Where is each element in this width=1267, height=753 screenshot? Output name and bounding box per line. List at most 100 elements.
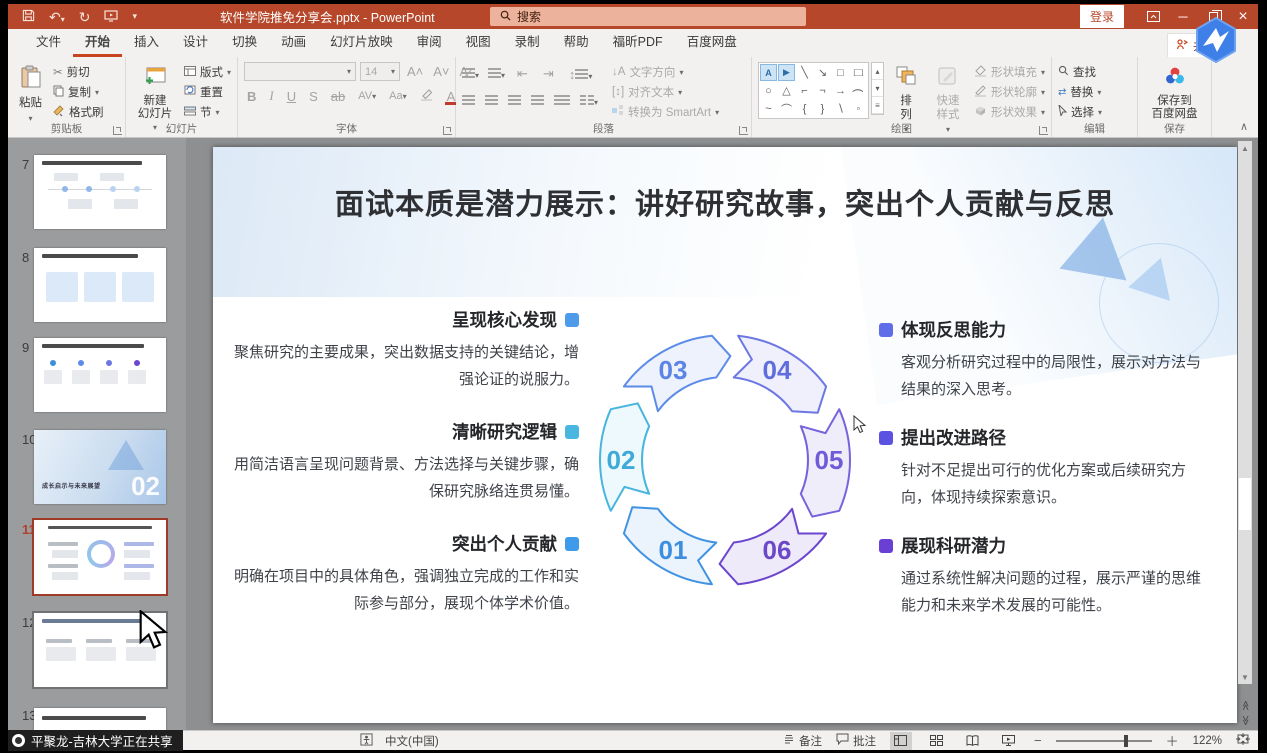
slide-title[interactable]: 面试本质是潜力展示：讲好研究故事，突出个人贡献与反思 [253, 181, 1197, 223]
layout-button[interactable]: 版式 ▾ [184, 64, 231, 80]
align-left-icon[interactable] [462, 92, 475, 110]
columns-icon[interactable]: ▾ [580, 92, 598, 110]
font-size-combo[interactable]: 14▾ [360, 62, 400, 81]
scroll-up-icon[interactable]: ▲ [1241, 141, 1249, 155]
align-right-icon[interactable] [508, 92, 521, 110]
section-button[interactable]: 节 ▾ [184, 104, 231, 120]
language-status[interactable]: 中文(中国) [385, 733, 439, 749]
decrease-indent-icon[interactable]: ⇤ [514, 66, 531, 82]
tab-record[interactable]: 录制 [503, 26, 552, 57]
rounded-rect-shape-icon[interactable]: □ [847, 64, 871, 81]
align-center-icon[interactable] [485, 92, 498, 110]
slide-left-column[interactable]: 呈现核心发现 聚焦研究的主要成果，突出数据支持的关键结论，增强论证的说服力。 清… [231, 307, 579, 643]
cut-button[interactable]: ✂剪切 [53, 64, 104, 80]
thumbnail-slide-7[interactable] [34, 155, 166, 229]
shape-fill-button[interactable]: 形状填充 ▾ [974, 64, 1045, 80]
dialog-launcher-icon[interactable] [443, 126, 452, 135]
tab-review[interactable]: 审阅 [405, 26, 454, 57]
zoom-in-icon[interactable]: ＋ [1166, 731, 1179, 750]
save-to-baidu-netdisk-button[interactable]: 保存到百度网盘 [1147, 62, 1203, 124]
shape-outline-button[interactable]: 形状轮廓 ▾ [974, 84, 1045, 100]
vertical-text-box-icon[interactable]: ▶ [778, 64, 795, 81]
change-case-button[interactable]: Aa▾ [386, 90, 409, 102]
fit-to-window-icon[interactable] [1236, 733, 1250, 748]
collapse-ribbon-icon[interactable]: ∧ [1240, 120, 1248, 133]
slide-sorter-view-button[interactable] [926, 732, 948, 750]
find-button[interactable]: 查找 [1058, 64, 1102, 80]
tab-insert[interactable]: 插入 [122, 26, 171, 57]
text-box-icon[interactable]: A [760, 64, 777, 81]
zoom-level[interactable]: 122% [1193, 735, 1222, 747]
previous-slide-icon[interactable]: ≪ [1240, 700, 1251, 710]
increase-indent-icon[interactable]: ⇥ [540, 66, 557, 82]
login-button[interactable]: 登录 [1080, 5, 1124, 28]
gallery-more-icon[interactable]: ≡ [872, 97, 883, 114]
heart-shape-icon[interactable]: ◦ [850, 100, 867, 117]
underline-button[interactable]: U [284, 89, 299, 104]
tab-slideshow[interactable]: 幻灯片放映 [318, 26, 405, 57]
cycle-diagram[interactable]: 010203040506 [585, 317, 865, 603]
tab-home[interactable]: 开始 [73, 26, 122, 57]
text-direction-button[interactable]: ↓A文字方向 ▾ [612, 64, 719, 80]
qat-customize-icon[interactable]: ▾ [132, 12, 137, 21]
zoom-slider[interactable] [1056, 740, 1152, 742]
notes-button[interactable]: 备注 [783, 733, 822, 749]
search-input[interactable]: 搜索 [490, 7, 806, 26]
thumbnail-slide-9[interactable] [34, 338, 166, 412]
select-button[interactable]: 选择 ▾ [1058, 104, 1102, 120]
normal-view-button[interactable] [890, 732, 912, 750]
shape-effects-button[interactable]: 形状效果 ▾ [974, 104, 1045, 120]
comments-button[interactable]: 批注 [836, 733, 876, 749]
start-slideshow-icon[interactable] [104, 10, 118, 24]
shapes-gallery[interactable]: A ▶ ╲ ↘ □ □ ○ △ ⌐ ¬ → ( ~ ⌒ { } ∖ [758, 62, 869, 119]
slideshow-view-button[interactable] [998, 732, 1020, 750]
block-arrow-icon[interactable]: → [832, 82, 849, 99]
tab-view[interactable]: 视图 [454, 26, 503, 57]
bold-button[interactable]: B [244, 89, 259, 104]
convert-smartart-button[interactable]: 转换为 SmartArt ▾ [612, 104, 719, 120]
highlight-color-icon[interactable] [417, 88, 437, 104]
thumbnail-slide-11-selected[interactable] [34, 520, 166, 594]
gallery-down-icon[interactable]: ▾ [872, 80, 883, 97]
align-text-button[interactable]: [↕]对齐文本 ▾ [612, 84, 719, 100]
scroll-down-icon[interactable]: ▼ [1241, 670, 1249, 684]
current-slide[interactable]: 面试本质是潜力展示：讲好研究故事，突出个人贡献与反思 呈现核心发现 聚焦研究的主… [213, 147, 1237, 723]
save-icon[interactable] [22, 9, 35, 24]
arc-shape-icon[interactable]: ⌒ [778, 100, 795, 117]
freeform-shape-icon[interactable]: ( [850, 82, 867, 99]
tab-help[interactable]: 帮助 [552, 26, 601, 57]
scribble-shape-icon[interactable]: ~ [760, 100, 777, 117]
reset-button[interactable]: 重置 [184, 84, 231, 100]
tab-foxit-pdf[interactable]: 福昕PDF [601, 26, 675, 57]
oval-shape-icon[interactable]: ○ [760, 82, 777, 99]
tab-baidu-netdisk[interactable]: 百度网盘 [675, 26, 749, 57]
line-shape-icon[interactable]: ╲ [796, 64, 813, 81]
elbow-arrow-icon[interactable]: ¬ [814, 82, 831, 99]
accessibility-icon[interactable] [360, 733, 373, 749]
redo-icon[interactable]: ↻ [79, 10, 91, 24]
vertical-scrollbar[interactable]: ▲ ▼ [1238, 141, 1252, 684]
gallery-scroll[interactable]: ▴ ▾ ≡ [871, 62, 884, 115]
tab-design[interactable]: 设计 [171, 26, 220, 57]
brace-left-icon[interactable]: { [796, 100, 813, 117]
next-slide-icon[interactable]: ≫ [1240, 715, 1251, 725]
font-name-combo[interactable]: ▾ [244, 62, 356, 81]
numbering-icon[interactable]: ▾ [488, 65, 505, 83]
tab-animations[interactable]: 动画 [269, 26, 318, 57]
scrollbar-thumb[interactable] [1239, 478, 1251, 530]
character-spacing-button[interactable]: AV▾ [355, 90, 379, 102]
thumbnail-slide-13[interactable] [34, 708, 166, 731]
dialog-launcher-icon[interactable] [739, 126, 748, 135]
hexagon-bird-logo-icon[interactable] [1192, 16, 1240, 64]
justify-icon[interactable] [531, 92, 544, 110]
triangle-shape-icon[interactable]: △ [778, 82, 795, 99]
decrease-font-icon[interactable]: A˅ [430, 64, 452, 79]
strikethrough-button[interactable]: ab [328, 89, 348, 104]
tab-transitions[interactable]: 切换 [220, 26, 269, 57]
gallery-up-icon[interactable]: ▴ [872, 63, 883, 80]
replace-button[interactable]: ⇄替换 ▾ [1058, 84, 1102, 100]
undo-icon[interactable]: ↶▾ [49, 10, 65, 24]
dialog-launcher-icon[interactable] [1039, 126, 1048, 135]
text-shadow-button[interactable]: S [306, 89, 321, 104]
increase-font-icon[interactable]: A˄ [404, 64, 426, 79]
